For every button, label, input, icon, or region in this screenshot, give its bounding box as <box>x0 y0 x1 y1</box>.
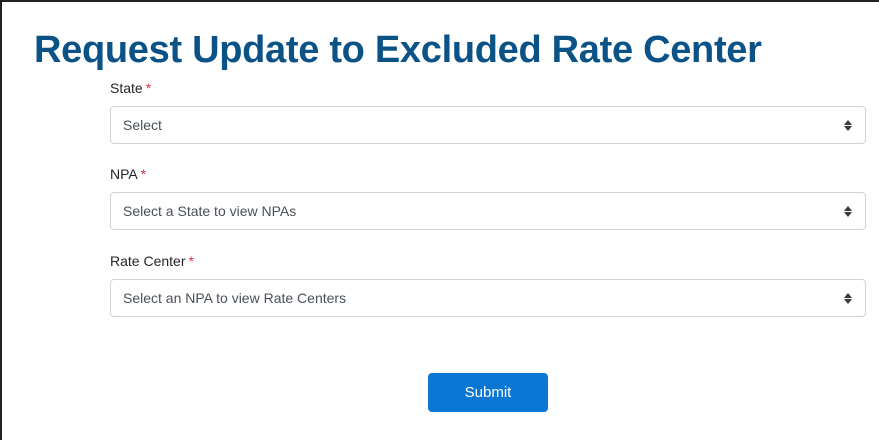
npa-label-text: NPA <box>110 166 138 182</box>
state-label: State * <box>110 79 151 97</box>
npa-label: NPA * <box>110 165 146 183</box>
required-marker: * <box>140 166 147 182</box>
npa-select-value: Select a State to view NPAs <box>123 203 297 219</box>
required-marker: * <box>145 80 152 96</box>
npa-select[interactable]: Select a State to view NPAs <box>110 192 866 230</box>
required-marker: * <box>188 253 194 269</box>
state-select[interactable]: Select <box>110 106 866 144</box>
rate-center-label-text: Rate Center <box>110 253 186 269</box>
up-down-chevron-icon <box>843 205 853 217</box>
page-title: Request Update to Excluded Rate Center <box>34 29 762 71</box>
rate-center-label: Rate Center * <box>110 252 194 270</box>
up-down-chevron-icon <box>843 292 853 304</box>
rate-center-select-value: Select an NPA to view Rate Centers <box>123 290 347 306</box>
rate-center-select[interactable]: Select an NPA to view Rate Centers <box>110 279 866 317</box>
state-select-value: Select <box>123 117 162 133</box>
up-down-chevron-icon <box>843 119 853 131</box>
submit-button[interactable]: Submit <box>428 373 548 412</box>
state-label-text: State <box>110 80 143 96</box>
